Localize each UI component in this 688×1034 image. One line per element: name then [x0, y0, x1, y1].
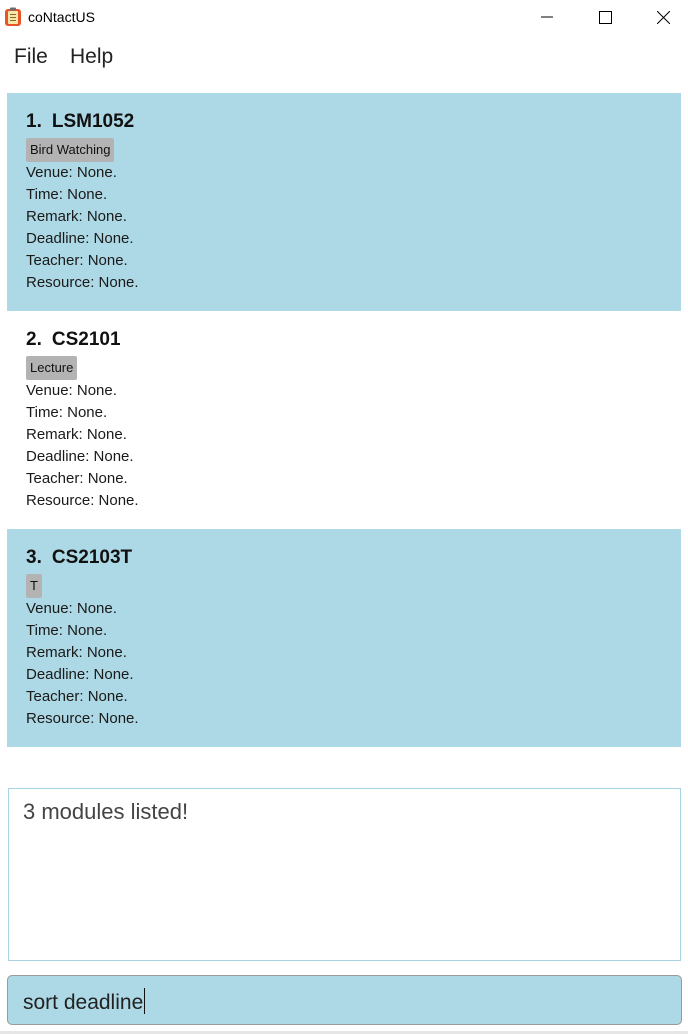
menu-file[interactable]: File [14, 45, 48, 69]
maximize-icon [598, 10, 612, 24]
notepad-app-icon [4, 7, 22, 27]
module-teacher: Teacher: None. [26, 252, 128, 269]
module-tag: T [26, 574, 42, 598]
module-tag: Lecture [26, 356, 78, 380]
module-tag: Bird Watching [26, 138, 115, 162]
module-deadline: Deadline: None. [26, 448, 134, 465]
module-list[interactable]: 1. LSM1052 Bird Watching Venue: None. Tim… [7, 93, 681, 747]
command-value: sort deadline [23, 991, 144, 1014]
module-title: 2. CS2101 [26, 328, 662, 354]
module-index: 1. [26, 111, 42, 132]
module-venue: Venue: None. [26, 382, 117, 399]
module-deadline: Deadline: None. [26, 230, 134, 247]
module-teacher: Teacher: None. [26, 688, 128, 705]
close-button[interactable] [634, 0, 688, 34]
module-deadline: Deadline: None. [26, 666, 134, 683]
module-code: CS2101 [51, 329, 121, 350]
text-caret [144, 988, 146, 1014]
module-title: 3. CS2103T [26, 546, 662, 572]
window-title: coNtactUS [28, 9, 95, 25]
module-code: CS2103T [51, 547, 133, 568]
title-bar: coNtactUS [0, 0, 688, 34]
module-remark: Remark: None. [26, 644, 127, 661]
module-remark: Remark: None. [26, 208, 127, 225]
module-index: 3. [26, 547, 42, 568]
module-card[interactable]: 1. LSM1052 Bird Watching Venue: None. Tim… [7, 93, 681, 311]
module-resource: Resource: None. [26, 274, 139, 291]
module-venue: Venue: None. [26, 164, 117, 181]
menu-bar: File Help [0, 38, 688, 78]
command-input[interactable]: sort deadline [7, 975, 682, 1025]
minimize-icon [541, 11, 553, 23]
module-card[interactable]: 2. CS2101 Lecture Venue: None. Time: None… [7, 311, 681, 529]
minimize-button[interactable] [518, 0, 576, 34]
module-remark: Remark: None. [26, 426, 127, 443]
module-time: Time: None. [26, 404, 108, 421]
module-resource: Resource: None. [26, 492, 139, 509]
module-resource: Resource: None. [26, 710, 139, 727]
result-message: 3 modules listed! [23, 799, 189, 824]
maximize-button[interactable] [576, 0, 634, 34]
module-index: 2. [26, 329, 42, 350]
module-teacher: Teacher: None. [26, 470, 128, 487]
module-venue: Venue: None. [26, 600, 117, 617]
module-code: LSM1052 [51, 111, 135, 132]
module-title: 1. LSM1052 [26, 110, 662, 136]
close-icon [656, 10, 670, 24]
module-time: Time: None. [26, 622, 108, 639]
result-display[interactable]: 3 modules listed! [8, 788, 681, 961]
module-card[interactable]: 3. CS2103T T Venue: None. Time: None. Rem… [7, 529, 681, 747]
command-input-text: sort deadline [23, 988, 146, 1015]
module-time: Time: None. [26, 186, 108, 203]
menu-help[interactable]: Help [70, 45, 113, 69]
